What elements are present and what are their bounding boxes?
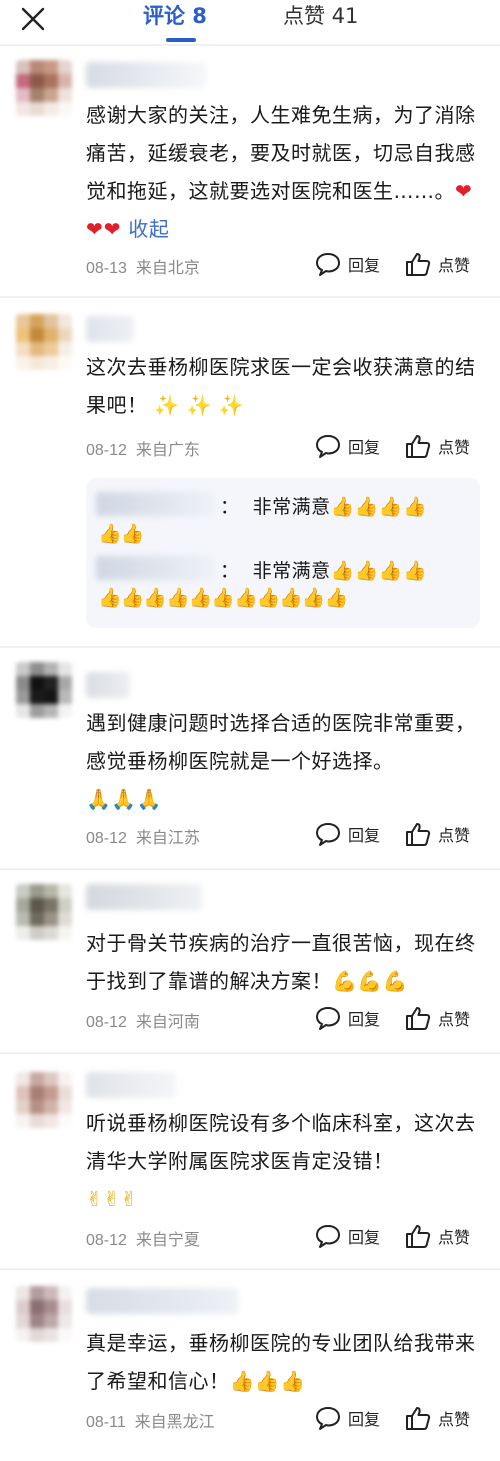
- divider: [0, 1052, 500, 1054]
- divider: [0, 44, 500, 46]
- like-label: 点赞: [438, 256, 471, 275]
- nickname-redacted[interactable]: [86, 316, 134, 342]
- reply-label: 回复: [348, 1410, 381, 1429]
- reply-button[interactable]: 回复: [314, 1222, 380, 1250]
- comment-date: 08-13: [86, 260, 127, 277]
- reply-label: 回复: [348, 438, 381, 457]
- close-icon: [21, 7, 45, 31]
- like-button[interactable]: 点赞: [404, 1222, 470, 1250]
- like-label: 点赞: [438, 1010, 471, 1029]
- reply-label: 回复: [348, 826, 381, 845]
- reply-nickname-redacted[interactable]: [96, 492, 214, 516]
- reply-button[interactable]: 回复: [314, 250, 380, 278]
- comment-text: 感谢大家的关注，人生难免生病，为了消除痛苦，延缓衰老，要及时就医，切忌自我感觉和…: [86, 103, 476, 241]
- reply-button[interactable]: 回复: [314, 1004, 380, 1032]
- like-button[interactable]: 点赞: [404, 250, 470, 278]
- comment-location: 来自黑龙江: [134, 1414, 215, 1431]
- comment-date: 08-12: [86, 442, 127, 459]
- like-label: 点赞: [438, 1410, 471, 1429]
- avatar[interactable]: [16, 1286, 72, 1342]
- comments-header: 评论 8 点赞 41: [0, 0, 500, 44]
- comment-bubble-icon: [316, 435, 340, 458]
- reply-emoji-line: 👍👍👍👍👍👍👍👍👍👍👍: [98, 587, 348, 609]
- comment-location: 来自广东: [135, 442, 200, 459]
- like-label: 点赞: [438, 1228, 471, 1247]
- reply-label: 回复: [348, 1010, 381, 1029]
- divider: [0, 646, 500, 648]
- comment-text: 这次去垂杨柳医院求医一定会收获满意的结果吧！ ✨ ✨ ✨: [86, 355, 476, 417]
- active-tab-indicator: [166, 38, 196, 42]
- reply-text: ： 非常满意👍👍👍👍: [220, 560, 428, 582]
- like-button[interactable]: 点赞: [404, 820, 470, 848]
- divider: [0, 296, 500, 298]
- comment-bubble-icon: [316, 253, 340, 276]
- like-label: 点赞: [438, 438, 471, 457]
- divider: [0, 868, 500, 870]
- comment-text: 听说垂杨柳医院设有多个临床科室，这次去清华大学附属医院求医肯定没错！ ✌✌✌: [86, 1111, 476, 1211]
- reply-nickname-redacted[interactable]: [96, 556, 214, 580]
- thumbs-up-icon: [406, 435, 431, 458]
- comment-meta: 08-12 来自河南: [86, 1008, 200, 1032]
- nickname-redacted[interactable]: [86, 1288, 238, 1314]
- tab-comments[interactable]: 评论 8: [143, 2, 207, 30]
- like-button[interactable]: 点赞: [404, 432, 470, 460]
- like-label: 点赞: [438, 826, 471, 845]
- comment-date: 08-12: [86, 830, 127, 847]
- reply-emoji-line: 👍👍: [98, 523, 144, 545]
- thumbs-up-icon: [406, 1225, 431, 1248]
- avatar[interactable]: [16, 60, 72, 116]
- comment-bubble-icon: [316, 823, 340, 846]
- comment-bubble-icon: [316, 1225, 340, 1248]
- like-button[interactable]: 点赞: [404, 1404, 470, 1432]
- reply-button[interactable]: 回复: [314, 820, 380, 848]
- thumbs-up-icon: [406, 823, 431, 846]
- thumbs-up-icon: [406, 1007, 431, 1030]
- comment-bubble-icon: [316, 1007, 340, 1030]
- comment-date: 08-12: [86, 1014, 127, 1031]
- sparkle-emojis: ✨ ✨ ✨: [154, 393, 245, 417]
- reply-thread: ： 非常满意👍👍👍👍 👍👍 ： 非常满意👍👍👍👍 👍👍👍👍👍👍👍👍👍👍👍: [86, 478, 480, 628]
- comment-text: 对于骨关节疾病的治疗一直很苦恼，现在终于找到了靠谱的解决方案！💪💪💪: [86, 931, 476, 993]
- reply-text: ： 非常满意👍👍👍👍: [220, 496, 428, 518]
- nickname-redacted[interactable]: [86, 672, 130, 698]
- comment-date: 08-12: [86, 1232, 127, 1249]
- thumbs-up-icon: [406, 253, 431, 276]
- tab-likes[interactable]: 点赞 41: [283, 2, 358, 30]
- divider: [0, 1268, 500, 1270]
- avatar[interactable]: [16, 1072, 72, 1128]
- comment-meta: 08-12 来自宁夏: [86, 1226, 200, 1250]
- avatar[interactable]: [16, 884, 72, 940]
- nickname-redacted[interactable]: [86, 1072, 176, 1098]
- comment-meta: 08-12 来自江苏: [86, 824, 200, 848]
- comment-text: 真是幸运，垂杨柳医院的专业团队给我带来了希望和信心！👍👍👍: [86, 1331, 476, 1393]
- comment-location: 来自北京: [135, 260, 200, 277]
- pray-emojis: 🙏🙏🙏: [86, 787, 163, 811]
- reply-label: 回复: [348, 1228, 381, 1247]
- comment-location: 来自江苏: [135, 830, 200, 847]
- comment-date: 08-11: [86, 1414, 126, 1431]
- like-button[interactable]: 点赞: [404, 1004, 470, 1032]
- reply-button[interactable]: 回复: [314, 1404, 380, 1432]
- thumbs-up-icon: [406, 1407, 431, 1430]
- comment-meta: 08-11 来自黑龙江: [86, 1408, 215, 1432]
- comment-bubble-icon: [316, 1407, 340, 1430]
- comment-location: 来自宁夏: [135, 1232, 200, 1249]
- reply-label: 回复: [348, 256, 381, 275]
- close-button[interactable]: [18, 4, 48, 34]
- nickname-redacted[interactable]: [86, 884, 202, 910]
- collapse-link[interactable]: 收起: [128, 217, 169, 241]
- reply-button[interactable]: 回复: [314, 432, 380, 460]
- comment-text: 遇到健康问题时选择合适的医院非常重要，感觉垂杨柳医院就是一个好选择。 🙏🙏🙏: [86, 711, 476, 811]
- avatar[interactable]: [16, 314, 72, 370]
- comment-meta: 08-12 来自广东: [86, 436, 200, 460]
- victory-hand-emojis: ✌✌✌: [86, 1187, 138, 1211]
- comment-location: 来自河南: [135, 1014, 200, 1031]
- avatar[interactable]: [16, 662, 72, 718]
- comment-meta: 08-13 来自北京: [86, 254, 200, 278]
- nickname-redacted[interactable]: [86, 62, 206, 88]
